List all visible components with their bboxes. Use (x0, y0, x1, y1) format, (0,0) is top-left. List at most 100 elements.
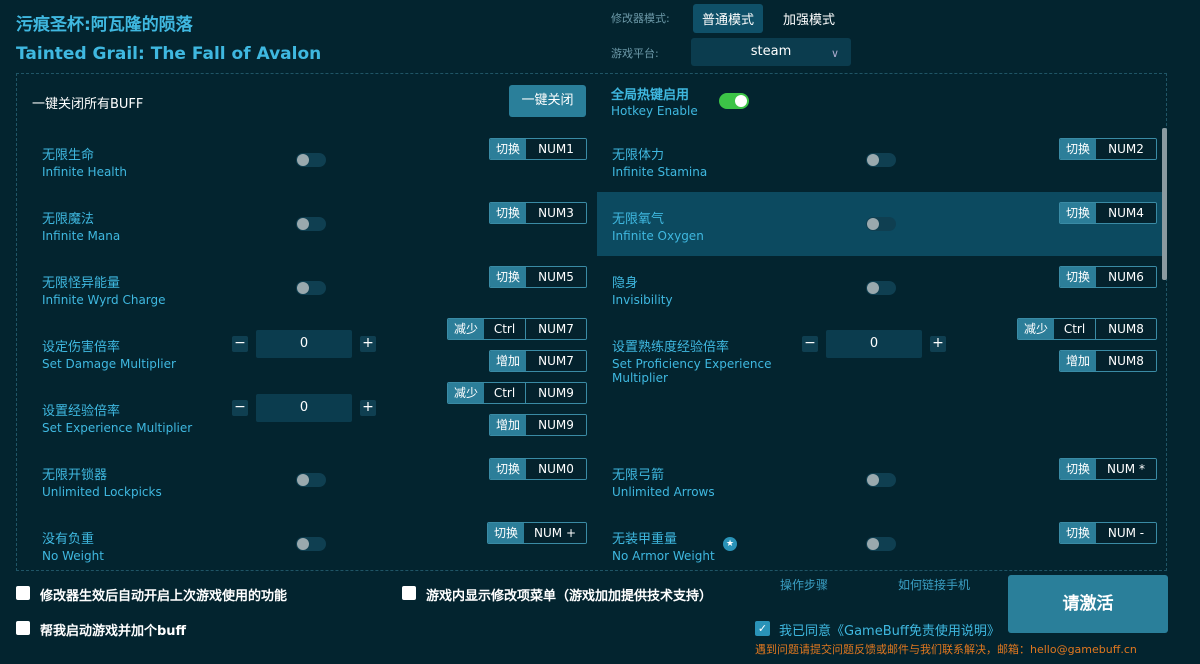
hotkey-button[interactable]: 减少 Ctrl NUM7 (446, 318, 587, 340)
plus-button[interactable]: + (360, 400, 376, 416)
hotkey-button[interactable]: 增加 NUM8 (1058, 350, 1157, 372)
plus-button[interactable]: + (360, 336, 376, 352)
cheat-name-cn: 无限开锁器 (42, 468, 108, 483)
cheat-toggle[interactable] (866, 281, 896, 295)
value-input[interactable]: 0 (256, 394, 352, 422)
minus-button[interactable]: − (232, 400, 248, 416)
hotkey-button[interactable]: 切换 NUM6 (1058, 266, 1157, 288)
cheat-label: 设置熟练度经验倍率 Set Proficiency Experience Mult… (612, 336, 787, 385)
cheat-name-en: Set Damage Multiplier (42, 357, 176, 371)
hotkey-key: NUM + (524, 523, 586, 543)
cheat-name-cn: 设置经验倍率 (42, 404, 121, 419)
hotkey-button[interactable]: 切换 NUM * (1058, 458, 1157, 480)
cheat-label: 无限氧气 Infinite Oxygen (612, 208, 842, 243)
cheat-name-en: Unlimited Arrows (612, 485, 715, 499)
value-input[interactable]: 0 (256, 330, 352, 358)
star-icon: ★ (723, 537, 737, 551)
cheat-toggle[interactable] (296, 281, 326, 295)
hotkey-button[interactable]: 切换 NUM - (1058, 522, 1157, 544)
cheat-name-cn: 无限氧气 (612, 212, 665, 227)
close-all-label: 一键关闭所有BUFF (32, 97, 144, 112)
hotkey-tag: 增加 (489, 415, 526, 435)
cheat-toggle[interactable] (866, 217, 896, 231)
cheat-label: 没有负重 No Weight (42, 528, 272, 563)
hotkey-key: NUM5 (526, 267, 586, 287)
cheat-toggle[interactable] (296, 153, 326, 167)
steps-link[interactable]: 操作步骤 (780, 576, 828, 593)
cheat-name-cn: 无限怪异能量 (42, 276, 121, 291)
hotkey-label-en: Hotkey Enable (611, 104, 698, 118)
hotkey-key: NUM8 (1096, 319, 1156, 339)
value-input[interactable]: 0 (826, 330, 922, 358)
minus-button[interactable]: − (802, 336, 818, 352)
scrollbar[interactable] (1162, 128, 1167, 280)
hotkey-tag: 增加 (1059, 351, 1096, 371)
cheat-name-cn: 无限体力 (612, 148, 665, 163)
platform-select[interactable]: steam ∨ (691, 38, 851, 66)
cheat-name-cn: 无限魔法 (42, 212, 95, 227)
hotkey-toggle[interactable] (719, 93, 749, 109)
mode-label: 修改器模式: (611, 12, 670, 25)
cheat-label: 无限魔法 Infinite Mana (42, 208, 272, 243)
check-icon: ✓ (757, 622, 768, 635)
mode-normal-button[interactable]: 普通模式 (693, 4, 764, 33)
cheat-label: 无限体力 Infinite Stamina (612, 144, 842, 179)
hotkey-modifier: Ctrl (484, 319, 526, 339)
title-cn: 污痕圣杯:阿瓦隆的陨落 (16, 15, 193, 35)
cheat-name-en: Unlimited Lockpicks (42, 485, 162, 499)
hotkey-key: NUM8 (1096, 351, 1156, 371)
hotkey-button[interactable]: 切换 NUM + (487, 522, 587, 544)
hotkey-tag: 切换 (1059, 139, 1096, 159)
cheat-toggle[interactable] (296, 217, 326, 231)
cheat-toggle[interactable] (296, 537, 326, 551)
minus-button[interactable]: − (232, 336, 248, 352)
platform-label: 游戏平台: (611, 47, 659, 60)
hotkey-tag: 切换 (489, 459, 526, 479)
phone-link[interactable]: 如何链接手机 (898, 576, 970, 593)
auto-enable-label: 修改器生效后自动开启上次游戏使用的功能 (40, 589, 288, 604)
hotkey-button[interactable]: 切换 NUM3 (488, 202, 587, 224)
cheat-label: 设置经验倍率 Set Experience Multiplier (42, 400, 217, 435)
hotkey-key: NUM9 (526, 383, 586, 403)
agree-checkbox[interactable]: ✓ (755, 621, 770, 636)
launch-game-label: 帮我启动游戏并加个buff (40, 624, 187, 639)
mode-enhanced-button[interactable]: 加强模式 (774, 4, 844, 33)
hotkey-button[interactable]: 切换 NUM1 (488, 138, 587, 160)
title-en: Tainted Grail: The Fall of Avalon (16, 44, 322, 64)
hotkey-key: NUM9 (526, 415, 586, 435)
hotkey-button[interactable]: 切换 NUM0 (488, 458, 587, 480)
plus-button[interactable]: + (930, 336, 946, 352)
cheat-label: 隐身 Invisibility (612, 272, 842, 307)
cheat-name-en: Infinite Wyrd Charge (42, 293, 166, 307)
hotkey-tag: 减少 (1017, 319, 1054, 339)
cheat-name-en: Infinite Mana (42, 229, 121, 243)
hotkey-key: NUM4 (1096, 203, 1156, 223)
hotkey-button[interactable]: 减少 Ctrl NUM8 (1016, 318, 1157, 340)
hotkey-tag: 切换 (488, 523, 525, 543)
cheat-toggle[interactable] (866, 473, 896, 487)
close-all-button[interactable]: 一键关闭 (509, 85, 586, 117)
hotkey-tag: 切换 (489, 139, 526, 159)
cheat-name-cn: 隐身 (612, 276, 639, 291)
hotkey-button[interactable]: 减少 Ctrl NUM9 (446, 382, 587, 404)
cheat-toggle[interactable] (866, 153, 896, 167)
hotkey-tag: 增加 (489, 351, 526, 371)
hotkey-tag: 减少 (447, 383, 484, 403)
agree-link[interactable]: 我已同意《GameBuff免责使用说明》 (779, 620, 1000, 639)
hotkey-button[interactable]: 切换 NUM5 (488, 266, 587, 288)
cheat-toggle[interactable] (296, 473, 326, 487)
cheat-label: 无限开锁器 Unlimited Lockpicks (42, 464, 272, 499)
hotkey-button[interactable]: 增加 NUM9 (488, 414, 587, 436)
hotkey-key: NUM * (1096, 459, 1156, 479)
hotkey-tag: 切换 (1059, 459, 1096, 479)
hotkey-button[interactable]: 增加 NUM7 (488, 350, 587, 372)
hotkey-key: NUM6 (1096, 267, 1156, 287)
hotkey-button[interactable]: 切换 NUM4 (1058, 202, 1157, 224)
ingame-menu-checkbox[interactable] (402, 586, 416, 600)
cheat-toggle[interactable] (866, 537, 896, 551)
activate-button[interactable]: 请激活 (1008, 575, 1168, 633)
hotkey-button[interactable]: 切换 NUM2 (1058, 138, 1157, 160)
launch-game-checkbox[interactable] (16, 621, 30, 635)
hotkey-key: NUM1 (526, 139, 586, 159)
auto-enable-checkbox[interactable] (16, 586, 30, 600)
